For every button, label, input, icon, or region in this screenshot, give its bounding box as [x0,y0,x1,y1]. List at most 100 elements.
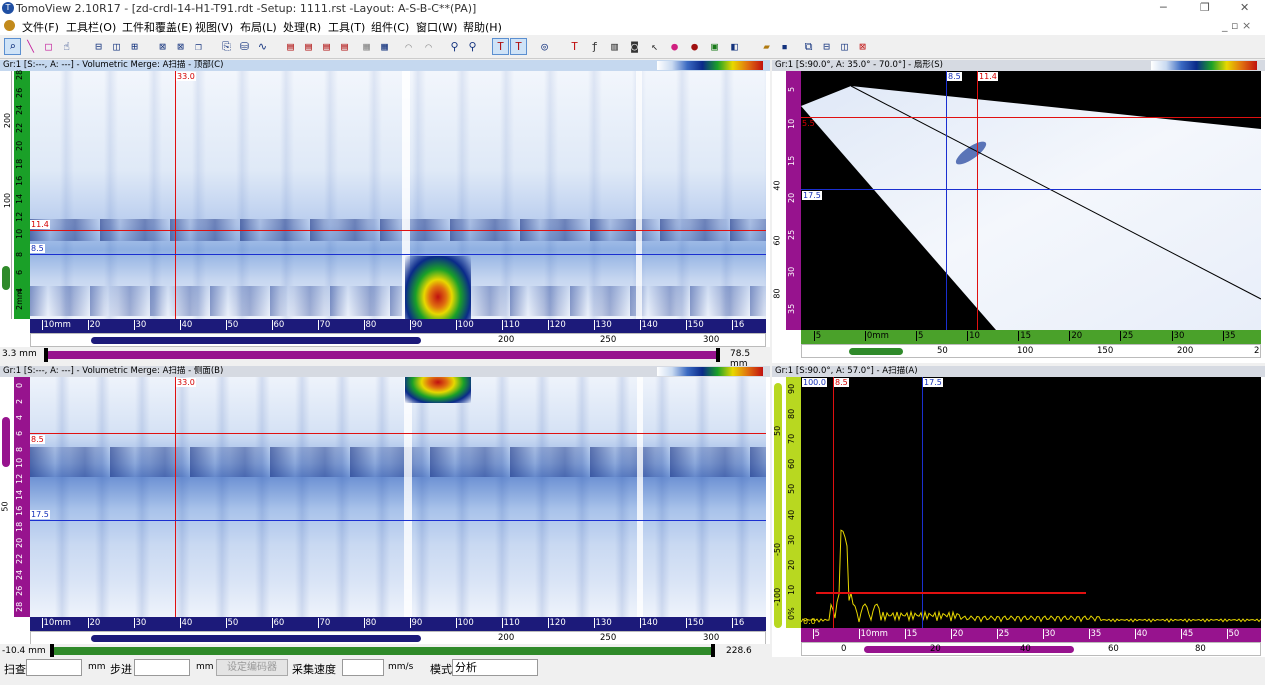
zoom-tool-icon[interactable]: ⌕ [4,38,21,55]
c-range-left-handle[interactable] [44,348,48,362]
b-cursor-red[interactable] [30,433,766,434]
c-cursor-x-label: 33.0 [176,72,196,81]
b-scan-sub-scale[interactable]: 200 250 300 [30,631,766,645]
window-3-icon[interactable]: ◫ [836,38,853,55]
color-wheel-icon[interactable]: ● [666,38,683,55]
b-x-tick-9: 100 [455,618,474,628]
c-cursor-red[interactable] [30,230,766,231]
menu-file[interactable]: 文件(F) [22,19,59,35]
s-scan-image[interactable] [801,71,1261,330]
speed-input[interactable] [342,659,384,676]
c-y-tick-10: 8 [15,252,24,258]
menu-toolbar[interactable]: 工具栏(O) [66,19,116,35]
display-icon[interactable]: ▣ [706,38,723,55]
menu-view[interactable]: 视图(V) [195,19,233,35]
menu-components[interactable]: 组件(C) [371,19,409,35]
windows-icon[interactable]: ❐ [190,38,207,55]
minimize-button[interactable]: ─ [1160,1,1167,14]
peak-2-icon[interactable]: ⌒ [420,38,437,55]
table-1-icon[interactable]: ▤ [282,38,299,55]
a-cursor-blue[interactable] [922,377,923,628]
b-cursor-blue-label: 17.5 [30,510,50,519]
b-scan-image[interactable] [30,377,766,617]
a-gate[interactable] [816,592,1086,594]
c-scan-image[interactable] [30,71,766,319]
set-encoder-button[interactable]: 设定编码器 [216,659,288,676]
contrast-icon[interactable]: ◧ [726,38,743,55]
menu-tools[interactable]: 工具(T) [328,19,365,35]
a-y-tick-0: 90 [787,383,796,394]
menu-window[interactable]: 窗口(W) [416,19,457,35]
c-scan-range-bar[interactable]: 3.3 mm 78.5 mm [0,347,770,369]
tv-icon[interactable]: T [566,38,583,55]
menu-process[interactable]: 处理(R) [283,19,321,35]
a-sub-tick-2: 40 [1020,644,1031,654]
b-scan-slider-knob[interactable] [2,417,10,467]
speed-label: 采集速度 [292,663,336,676]
magnify-2-icon[interactable]: ⚲ [464,38,481,55]
window-1-icon[interactable]: ⧉ [800,38,817,55]
tm-view-icon[interactable]: T [510,38,527,55]
s-y-tick2-1: 60 [772,235,782,246]
a-x-tick-2: 15 [904,629,918,639]
a-sub-tick-0: 0 [841,644,847,654]
restore-button[interactable]: ❐ [1200,1,1210,14]
a-cursor-red[interactable] [833,377,834,628]
grid-1-icon[interactable]: ▦ [358,38,375,55]
s-cursor-red-v[interactable] [977,71,978,330]
mode-field[interactable]: 分析 [452,659,538,676]
layout-1-icon[interactable]: ⊟ [90,38,107,55]
window-2-icon[interactable]: ⊟ [818,38,835,55]
layout-3-icon[interactable]: ⊞ [126,38,143,55]
delete-icon[interactable]: ⊠ [154,38,171,55]
menu-layout[interactable]: 布局(L) [240,19,277,35]
b-cursor-blue[interactable] [30,520,766,521]
camera-icon[interactable]: ◙ [626,38,643,55]
signal-icon[interactable]: ∿ [254,38,271,55]
cursor-icon[interactable]: ↖ [646,38,663,55]
open-folder-icon[interactable]: ▰ [758,38,775,55]
layout-2-icon[interactable]: ◫ [108,38,125,55]
b-cursor-x[interactable] [175,377,176,617]
gain-icon[interactable]: ▥ [606,38,623,55]
b-sub-tick-2: 300 [703,633,720,643]
c-scan-sub-scale[interactable]: 200 250 300 [30,333,766,347]
s-cursor-red-h[interactable] [801,117,1261,118]
c-cursor-blue[interactable] [30,254,766,255]
step-input[interactable] [134,659,190,676]
save-icon[interactable]: ▪ [776,38,793,55]
s-scan-sub-scale[interactable]: 50 100 150 200 2 [801,344,1261,358]
pointer-tool-icon[interactable]: ☝ [58,38,75,55]
export-icon[interactable]: ⎘ [218,38,235,55]
s-cursor-blue-h[interactable] [801,189,1261,190]
scan-input[interactable] [26,659,82,676]
menu-help[interactable]: 帮助(H) [463,19,502,35]
magnify-icon[interactable]: ⚲ [446,38,463,55]
delete-all-icon[interactable]: ⊠ [172,38,189,55]
line-tool-icon[interactable]: ╲ [22,38,39,55]
a-scan-image[interactable] [801,377,1261,628]
c-range-right-handle[interactable] [716,348,720,362]
grid-2-icon[interactable]: ▦ [376,38,393,55]
rectangle-tool-icon[interactable]: □ [40,38,57,55]
open-file-icon[interactable]: ⛁ [236,38,253,55]
a-scan-sub-scale[interactable]: 0 20 40 60 80 [801,642,1261,656]
child-window-controls[interactable]: _ ▫ × [1222,19,1251,32]
table-4-icon[interactable]: ▤ [336,38,353,55]
close-button[interactable]: ✕ [1240,1,1249,14]
color-icon[interactable]: ● [686,38,703,55]
tr-view-icon[interactable]: T [492,38,509,55]
c-scan-slider-knob[interactable] [2,266,10,290]
peak-1-icon[interactable]: ⌒ [400,38,417,55]
c-cursor-x[interactable] [175,71,176,319]
palette-icon[interactable]: ◎ [536,38,553,55]
b-range-left-handle[interactable] [50,644,54,658]
table-2-icon[interactable]: ▤ [300,38,317,55]
close-window-icon[interactable]: ⊠ [854,38,871,55]
b-range-right-handle[interactable] [711,644,715,658]
menu-workpiece[interactable]: 工件和覆盖(E) [122,19,193,35]
s-cursor-blue-v[interactable] [946,71,947,330]
b-scan-range-bar[interactable]: -10.4 mm 228.6 mm [0,644,770,666]
table-3-icon[interactable]: ▤ [318,38,335,55]
fft-icon[interactable]: ƒ [586,38,603,55]
